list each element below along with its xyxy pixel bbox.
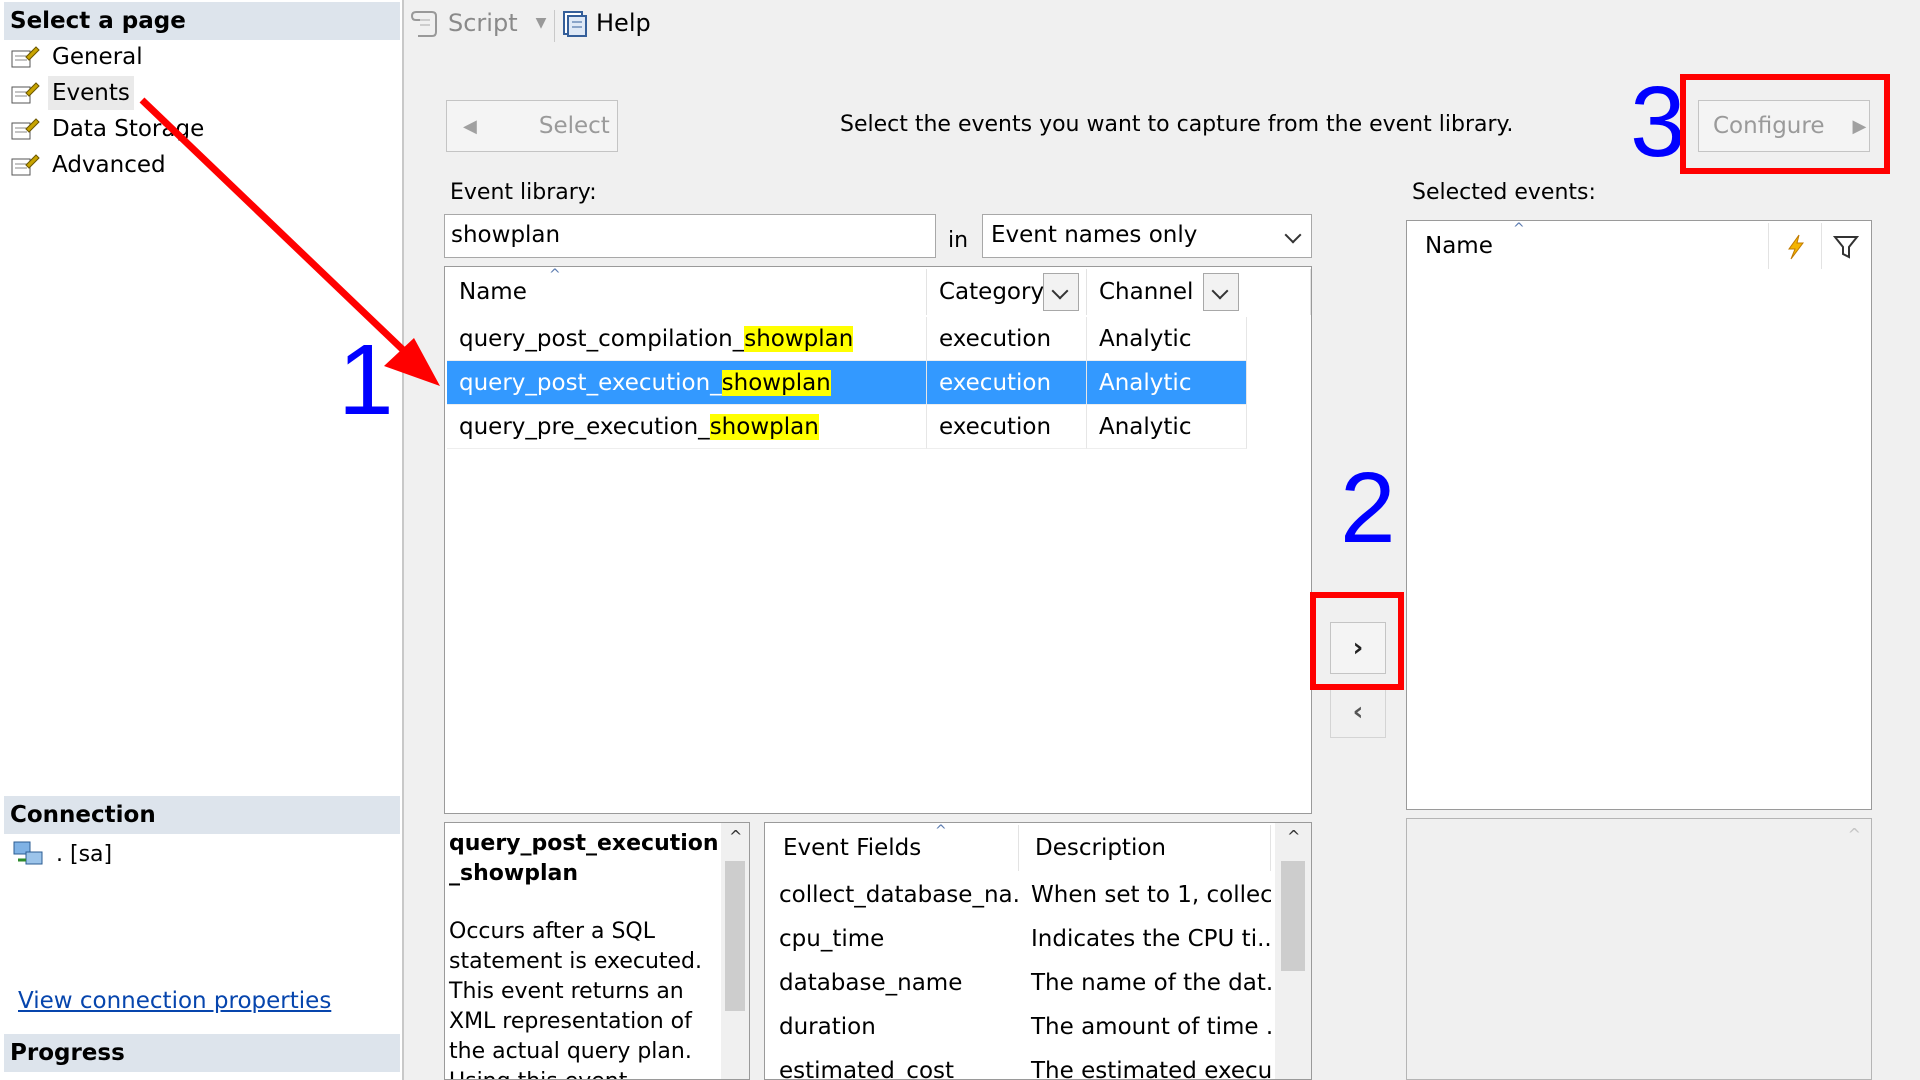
red-arrow-annotation (139, 97, 440, 386)
red-highlight-add-button (1310, 592, 1404, 690)
step-3-annotation: 3 (1630, 66, 1686, 178)
step-2-annotation: 2 (1340, 452, 1396, 564)
red-highlight-configure-button (1680, 74, 1890, 174)
step-1-annotation: 1 (338, 324, 394, 436)
